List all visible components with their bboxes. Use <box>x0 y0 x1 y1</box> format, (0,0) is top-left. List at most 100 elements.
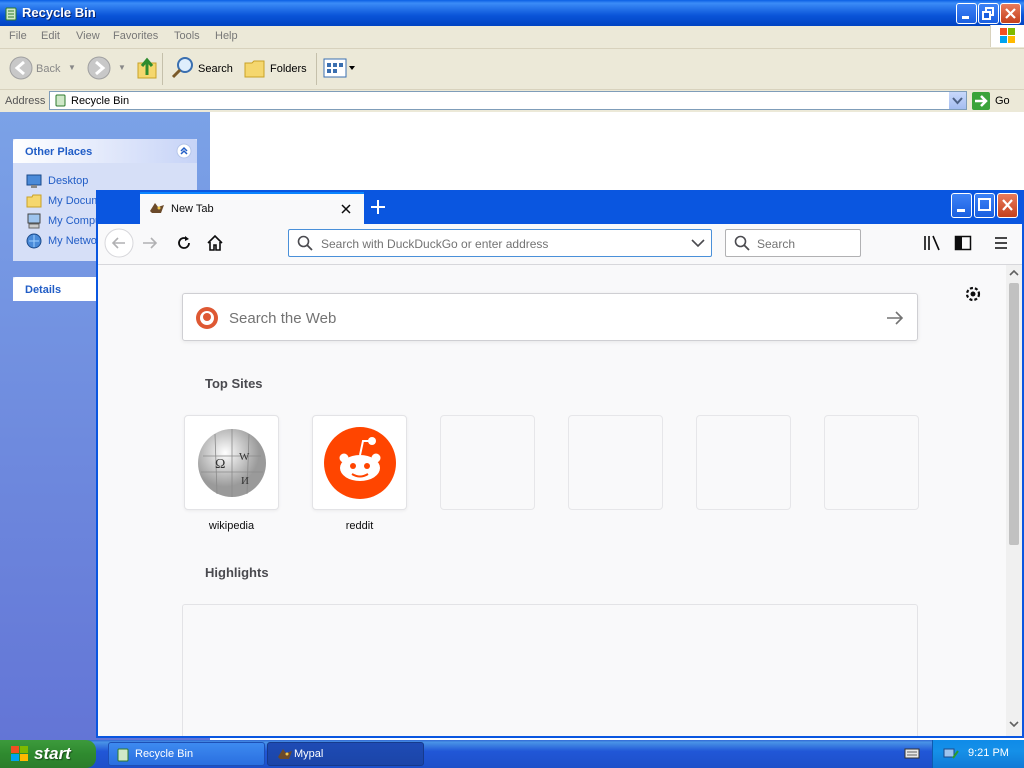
start-button[interactable]: start <box>0 740 96 768</box>
windows-logo-icon <box>990 25 1024 47</box>
new-tab-plus-icon[interactable] <box>369 198 387 216</box>
back-label: Back <box>36 63 61 75</box>
explorer-toolbar: Back ▼ ▼ Search Folders <box>0 49 1024 90</box>
menu-edit[interactable]: Edit <box>41 30 60 42</box>
sidebar-link-desktop[interactable]: Desktop <box>48 175 88 187</box>
tab-new-tab[interactable]: New Tab <box>140 192 364 224</box>
sidebar-toggle-icon[interactable] <box>954 234 972 252</box>
address-bar: Address Recycle Bin Go <box>0 90 1024 112</box>
ff-minimize-button[interactable] <box>951 193 972 218</box>
folders-icon[interactable] <box>243 57 267 79</box>
menu-file[interactable]: File <box>9 30 27 42</box>
address-label: Address <box>5 95 46 107</box>
keyboard-icon[interactable] <box>904 746 920 760</box>
ff-maximize-button[interactable] <box>974 193 995 218</box>
address-dropdown-icon[interactable] <box>949 92 966 109</box>
chevron-down-icon[interactable] <box>691 238 705 248</box>
computer-icon <box>26 213 42 229</box>
arrow-right-icon[interactable] <box>885 309 905 327</box>
recycle-bin-icon <box>3 5 19 21</box>
collapse-icon[interactable] <box>176 143 192 159</box>
folders-button[interactable]: Folders <box>270 63 307 75</box>
browser-window: New Tab Search with DuckDuckGo or enter … <box>96 190 1024 738</box>
url-bar-placeholder: Search with DuckDuckGo or enter address <box>321 237 549 251</box>
recycle-bin-icon <box>53 93 67 108</box>
hamburger-menu-icon[interactable] <box>993 234 1009 252</box>
toolbar-separator <box>316 53 317 85</box>
documents-folder-icon <box>26 193 42 209</box>
top-site-reddit[interactable] <box>312 415 407 510</box>
scroll-down-icon[interactable] <box>1009 720 1019 728</box>
new-tab-page: Search the Web Top Sites Ω WИ wikipedia r… <box>98 265 1022 736</box>
details-title: Details <box>25 284 62 296</box>
go-button[interactable]: Go <box>995 95 1010 107</box>
search-icon <box>734 235 750 251</box>
explorer-title-bar[interactable]: Recycle Bin <box>0 0 1024 26</box>
up-folder-icon[interactable] <box>135 55 159 81</box>
search-button[interactable]: Search <box>198 63 233 75</box>
scroll-thumb[interactable] <box>1009 283 1019 545</box>
search-icon[interactable] <box>171 56 195 80</box>
taskbar-item-label: Recycle Bin <box>135 748 194 760</box>
toolbar-separator <box>162 53 163 85</box>
vertical-scrollbar[interactable] <box>1006 265 1022 736</box>
address-field[interactable]: Recycle Bin <box>49 91 967 110</box>
mypal-icon <box>277 747 293 761</box>
taskbar-item-recycle-bin[interactable]: Recycle Bin <box>108 742 265 766</box>
menu-favorites[interactable]: Favorites <box>113 30 158 42</box>
menu-view[interactable]: View <box>76 30 100 42</box>
ff-close-button[interactable] <box>997 193 1018 218</box>
taskbar-item-mypal[interactable]: Mypal <box>267 742 424 766</box>
web-search-box[interactable]: Search the Web <box>182 293 918 341</box>
search-bar[interactable]: Search <box>725 229 861 257</box>
web-search-placeholder: Search the Web <box>229 310 337 327</box>
start-label: start <box>34 744 71 763</box>
back-button[interactable] <box>8 55 34 81</box>
gear-icon[interactable] <box>964 285 982 303</box>
windows-flag-icon <box>10 745 30 763</box>
network-status-icon[interactable] <box>943 746 959 762</box>
scroll-up-icon[interactable] <box>1009 269 1019 277</box>
reload-icon[interactable] <box>175 234 193 252</box>
go-arrow-icon[interactable] <box>972 92 990 110</box>
clock[interactable]: 9:21 PM <box>968 747 1009 759</box>
back-dropdown-icon[interactable]: ▼ <box>68 63 76 72</box>
close-button[interactable] <box>1000 3 1021 24</box>
tab-title: New Tab <box>171 203 214 215</box>
search-icon <box>297 235 313 251</box>
menu-tools[interactable]: Tools <box>174 30 200 42</box>
top-site-label-reddit: reddit <box>345 520 374 532</box>
menu-help[interactable]: Help <box>215 30 238 42</box>
library-icon[interactable] <box>923 234 941 252</box>
window-title: Recycle Bin <box>22 5 96 20</box>
views-icon[interactable] <box>323 58 357 78</box>
home-icon[interactable] <box>206 234 224 252</box>
mypal-tab-icon <box>149 201 165 215</box>
forward-button[interactable] <box>86 55 112 81</box>
address-value: Recycle Bin <box>71 95 130 107</box>
top-site-empty[interactable] <box>568 415 663 510</box>
navigation-toolbar: Search with DuckDuckGo or enter address … <box>98 224 1022 265</box>
top-sites-title: Top Sites <box>205 376 263 391</box>
top-site-empty[interactable] <box>440 415 535 510</box>
forward-arrow-icon[interactable] <box>141 235 159 251</box>
search-bar-placeholder: Search <box>757 237 796 251</box>
recycle-bin-icon <box>116 747 130 762</box>
highlights-card <box>182 604 918 736</box>
wikipedia-globe-icon: Ω WИ <box>195 426 269 500</box>
svg-text:И: И <box>241 475 249 487</box>
reddit-alien-icon <box>323 426 397 500</box>
url-bar[interactable]: Search with DuckDuckGo or enter address <box>288 229 712 257</box>
top-site-empty[interactable] <box>696 415 791 510</box>
svg-text:W: W <box>239 451 250 463</box>
close-tab-icon[interactable] <box>339 202 353 216</box>
forward-dropdown-icon[interactable]: ▼ <box>118 63 126 72</box>
desktop-icon <box>26 173 42 189</box>
top-site-wikipedia[interactable]: Ω WИ <box>184 415 279 510</box>
other-places-header[interactable]: Other Places <box>13 139 197 163</box>
top-site-empty[interactable] <box>824 415 919 510</box>
restore-button[interactable] <box>978 3 999 24</box>
minimize-button[interactable] <box>956 3 977 24</box>
back-arrow-icon[interactable] <box>104 228 134 258</box>
svg-text:Ω: Ω <box>215 457 225 472</box>
